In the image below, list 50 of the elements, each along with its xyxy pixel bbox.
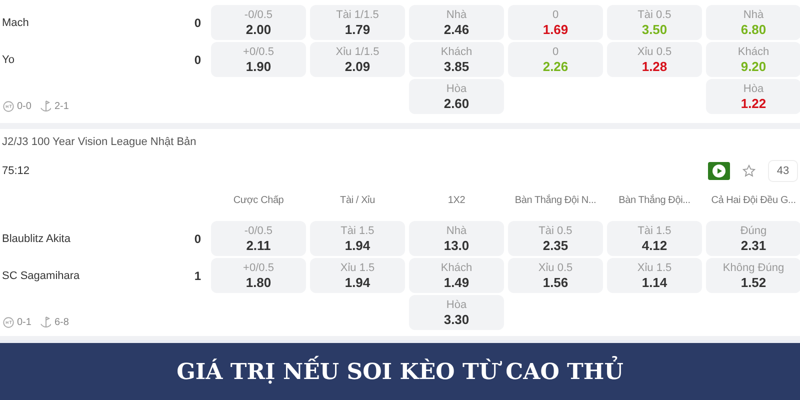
odds-button[interactable]: -0/0.5 2.00 (211, 5, 306, 40)
odds-button[interactable]: Xỉu 1.5 1.94 (310, 258, 405, 293)
odds-button[interactable]: +0/0.5 1.90 (211, 42, 306, 77)
team-score: 0 (194, 16, 201, 30)
team-name: Blaublitz Akita (2, 232, 70, 244)
odds-button[interactable]: Hòa 2.60 (409, 79, 504, 114)
odds-button[interactable]: Khách 3.85 (409, 42, 504, 77)
odds-button[interactable]: Tài 1.5 4.12 (607, 221, 702, 256)
odds-button[interactable]: Xỉu 0.5 1.28 (607, 42, 702, 77)
league-name: J2/J3 100 Year Vision League Nhật Bản (1, 135, 198, 150)
market-header: Bàn Thắng Đội... (618, 194, 692, 208)
market-header: Cả Hai Đội Đều G... (710, 194, 797, 208)
market-header: Bàn Thắng Đội N... (514, 194, 598, 208)
team-name: Yo (2, 54, 14, 66)
corner-flag-icon (40, 316, 52, 328)
halftime-score: 0-0 (17, 100, 32, 112)
odds-button[interactable]: +0/0.5 1.80 (211, 258, 306, 293)
team-score: 0 (194, 232, 201, 246)
odds-button[interactable]: -0/0.5 2.11 (211, 221, 306, 256)
odds-button[interactable]: Không Đúng 1.52 (706, 258, 800, 293)
match-time: 75:12 (2, 165, 30, 177)
odds-button[interactable]: Xỉu 0.5 1.56 (508, 258, 603, 293)
market-header: Cược Chấp (232, 194, 285, 208)
odds-button[interactable]: Khách 1.49 (409, 258, 504, 293)
odds-button[interactable]: Hòa 3.30 (409, 295, 504, 330)
team-score: 1 (194, 268, 201, 282)
halftime-score: 0-1 (17, 316, 32, 328)
odds-button[interactable]: Tài 1/1.5 1.79 (310, 5, 405, 40)
corners-score: 6-8 (54, 316, 69, 328)
odds-button[interactable]: Nhà 2.46 (409, 5, 504, 40)
odds-button[interactable]: Xỉu 1/1.5 2.09 (310, 42, 405, 77)
halftime-icon (3, 100, 14, 112)
odds-button[interactable]: 0 1.69 (508, 5, 603, 40)
odds-button[interactable]: Hòa 1.22 (706, 79, 800, 114)
odds-button[interactable]: Đúng 2.31 (706, 221, 800, 256)
corners-score: 2-1 (54, 100, 69, 112)
team-name: Mach (2, 16, 29, 28)
odds-button[interactable]: Xỉu 1.5 1.14 (607, 258, 702, 293)
markets-count-button[interactable]: 43 (768, 160, 798, 182)
star-icon[interactable] (742, 164, 756, 178)
halftime-icon (3, 316, 14, 328)
corner-flag-icon (40, 100, 52, 112)
odds-button[interactable]: Tài 0.5 2.35 (508, 221, 603, 256)
odds-button[interactable]: Tài 1.5 1.94 (310, 221, 405, 256)
live-stream-button[interactable] (708, 162, 730, 180)
team-score: 0 (194, 52, 201, 66)
team-name: SC Sagamihara (2, 270, 80, 282)
odds-button[interactable]: Nhà 13.0 (409, 221, 504, 256)
market-header: 1X2 (446, 194, 466, 208)
market-header: Tài / Xỉu (339, 194, 376, 208)
